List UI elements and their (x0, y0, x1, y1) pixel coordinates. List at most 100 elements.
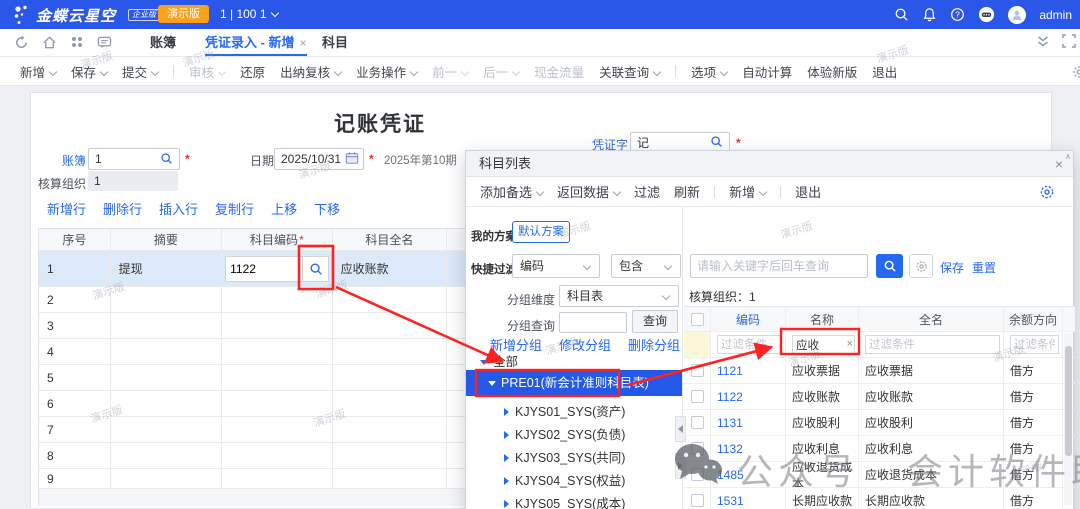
account-code[interactable]: 1122 (717, 390, 743, 404)
lookup-magnifier-icon[interactable] (710, 135, 723, 148)
tree-node-cost[interactable]: KJYS05_SYS(成本) (504, 493, 625, 509)
summary-cell[interactable] (111, 313, 222, 338)
account-row-1485[interactable]: 1485应收退货成本应收退货成本借方 (684, 462, 1075, 488)
summary-cell[interactable] (111, 287, 222, 312)
account-code[interactable]: 1531 (717, 494, 744, 508)
user-name[interactable]: admin (1039, 8, 1072, 22)
double-chevron-down-icon[interactable] (1036, 34, 1050, 49)
account-code-cell[interactable] (222, 339, 332, 364)
summary-cell[interactable] (111, 365, 222, 390)
summary-cell[interactable] (111, 469, 222, 488)
dialog-exit-button[interactable]: 退出 (795, 182, 821, 201)
apps-grid-icon[interactable] (70, 35, 84, 49)
group-search-input[interactable] (559, 312, 627, 333)
name-filter-cell[interactable]: × (786, 332, 859, 357)
options-button[interactable]: 选项 (691, 62, 727, 81)
close-tab-icon[interactable]: × (300, 36, 307, 50)
settings-gear-icon[interactable] (1039, 184, 1055, 200)
scrollbar-thumb[interactable] (1065, 346, 1072, 456)
new-button[interactable]: 新增 (20, 62, 56, 81)
grid-row-4[interactable]: 4 (39, 339, 467, 365)
col-header-code[interactable]: 编码 (711, 307, 786, 331)
grid-row-6[interactable]: 6 (39, 391, 467, 417)
account-code-cell[interactable] (222, 287, 332, 312)
account-name-cell[interactable] (333, 469, 447, 488)
gear-icon[interactable] (1072, 65, 1080, 79)
scroll-up-icon[interactable]: ∧ (1064, 152, 1072, 162)
save-filter-link[interactable]: 保存 (940, 259, 964, 276)
name-filter-input[interactable] (792, 335, 855, 354)
account-code[interactable]: 1485 (717, 468, 744, 482)
grid-row-5[interactable]: 5 (39, 365, 467, 391)
account-row-1132[interactable]: 1132应收利息应收利息借方 (684, 436, 1075, 462)
account-name-cell[interactable] (333, 443, 447, 468)
submit-button[interactable]: 提交 (122, 62, 158, 81)
grid-row-8[interactable]: 8 (39, 443, 467, 469)
avatar[interactable] (1008, 6, 1026, 24)
org-switcher[interactable]: 1 | 100 1 (220, 7, 278, 21)
account-row-1131[interactable]: 1131应收股利应收股利借方 (684, 410, 1075, 436)
row-checkbox[interactable] (691, 468, 704, 481)
calendar-icon[interactable] (345, 151, 359, 165)
account-code[interactable]: 1131 (717, 416, 743, 430)
edit-group-button[interactable]: 修改分组 (559, 335, 611, 354)
direction-filter-cell[interactable] (1004, 332, 1063, 357)
account-code-cell[interactable] (222, 365, 332, 390)
exit-button[interactable]: 退出 (872, 62, 897, 81)
account-name-cell[interactable] (333, 313, 447, 338)
dialog-title-bar[interactable]: 科目列表 × (466, 151, 1073, 177)
account-code[interactable]: 1132 (717, 442, 743, 456)
move-up-button[interactable]: 上移 (271, 199, 297, 218)
filter-field-select[interactable]: 编码 (512, 254, 600, 278)
group-query-button[interactable]: 查询 (632, 310, 678, 333)
demo-mode-icon[interactable] (978, 6, 995, 23)
delete-group-button[interactable]: 删除分组 (628, 335, 680, 354)
try-new-version-button[interactable]: 体验新版 (807, 62, 857, 81)
account-code-cell[interactable] (222, 469, 332, 488)
tree-node-equity[interactable]: KJYS04_SYS(权益) (504, 470, 625, 489)
fullname-filter-cell[interactable] (859, 332, 1004, 357)
restore-button[interactable]: 还原 (240, 62, 265, 81)
summary-cell[interactable] (111, 443, 222, 468)
account-name-cell[interactable] (333, 339, 447, 364)
account-name-cell[interactable]: 应收账款 (333, 251, 447, 286)
filter-button[interactable]: 过滤 (634, 182, 660, 201)
related-query-button[interactable]: 关联查询 (599, 62, 660, 81)
auto-calc-button[interactable]: 自动计算 (742, 62, 792, 81)
account-code-input[interactable] (225, 256, 303, 282)
grid-row-9[interactable]: 9 (39, 469, 467, 489)
filter-settings-icon[interactable] (909, 254, 933, 278)
tree-node-liabilities[interactable]: KJYS02_SYS(负债) (504, 424, 625, 443)
refresh-icon[interactable] (14, 35, 29, 50)
account-row-1122[interactable]: 1122应收账款应收账款借方 (684, 384, 1075, 410)
grid-row-3[interactable]: 3 (39, 313, 467, 339)
help-icon[interactable]: ? (950, 7, 965, 22)
close-icon[interactable]: × (1055, 151, 1063, 177)
tab-ledger[interactable]: 账簿 (150, 29, 176, 56)
add-candidate-button[interactable]: 添加备选 (480, 182, 543, 201)
tree-node-common[interactable]: KJYS03_SYS(共同) (504, 447, 625, 466)
code-filter-input[interactable] (717, 335, 782, 354)
grid-row-2[interactable]: 2 (39, 287, 467, 313)
refresh-button[interactable]: 刷新 (674, 182, 700, 201)
clear-filter-icon[interactable]: × (847, 338, 853, 351)
grid-row-7[interactable]: 7 (39, 417, 467, 443)
account-code-cell[interactable] (222, 313, 332, 338)
delete-row-button[interactable]: 删除行 (103, 199, 142, 218)
cashier-review-button[interactable]: 出纳复核 (280, 62, 341, 81)
move-down-button[interactable]: 下移 (314, 199, 340, 218)
expand-icon[interactable] (1062, 34, 1076, 48)
account-name-cell[interactable] (333, 391, 447, 416)
direction-filter-input[interactable] (1010, 335, 1059, 354)
filter-operator-select[interactable]: 包含 (611, 254, 681, 278)
tree-node-pre01-selected[interactable]: PRE01(新会计准则科目表) (466, 370, 682, 396)
tab-account[interactable]: 科目 (322, 29, 348, 56)
summary-cell[interactable] (111, 417, 222, 442)
tab-voucher-entry-new[interactable]: 凭证录入 - 新增× (205, 29, 307, 56)
home-icon[interactable] (42, 35, 57, 50)
account-row-1121[interactable]: 1121应收票据应收票据借方 (684, 358, 1075, 384)
summary-cell[interactable] (111, 339, 222, 364)
row-checkbox[interactable] (691, 390, 704, 403)
account-code-cell[interactable] (222, 251, 332, 286)
lookup-magnifier-icon[interactable] (160, 152, 173, 165)
